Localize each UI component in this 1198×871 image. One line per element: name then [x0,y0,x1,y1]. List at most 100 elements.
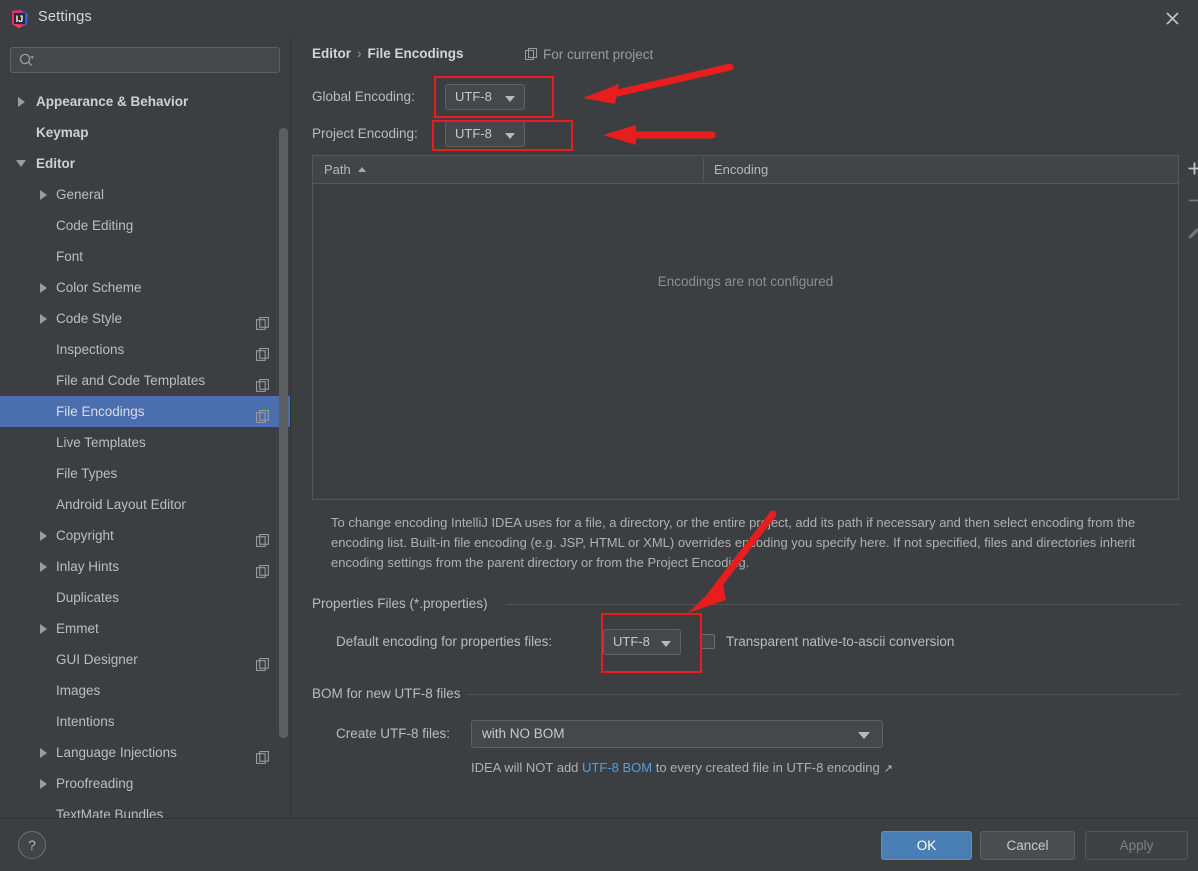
copy-icon [256,342,270,361]
help-button[interactable]: ? [18,831,46,859]
chevron-right-icon[interactable] [36,179,50,210]
column-divider[interactable] [703,158,704,181]
chevron-right-icon[interactable] [36,272,50,303]
column-header-path[interactable]: Path [324,156,366,183]
apply-button[interactable]: Apply [1085,831,1188,860]
breadcrumb-separator: › [357,46,362,61]
sidebar-item-file-and-code-templates[interactable]: File and Code Templates [0,365,290,396]
sidebar-item-code-editing[interactable]: Code Editing [0,210,290,241]
sort-ascending-icon [357,167,366,172]
sidebar-scrollbar[interactable] [279,90,288,798]
sidebar-item-label: Keymap [36,125,89,140]
breadcrumb-current: File Encodings [367,46,464,61]
sidebar-item-label: GUI Designer [56,652,138,667]
sidebar-item-label: File Types [56,466,118,481]
sidebar-item-textmate-bundles[interactable]: TextMate Bundles [0,799,290,818]
sidebar-item-label: TextMate Bundles [56,807,164,818]
sidebar-item-label: Android Layout Editor [56,497,186,512]
sidebar-item-label: Code Editing [56,218,134,233]
sidebar-scrollbar-thumb[interactable] [279,128,288,738]
sidebar-item-label: Font [56,249,84,264]
chevron-right-icon[interactable] [36,737,50,768]
sidebar-item-android-layout-editor[interactable]: Android Layout Editor [0,489,290,520]
sidebar-item-font[interactable]: Font [0,241,290,272]
sidebar-item-live-templates[interactable]: Live Templates [0,427,290,458]
sidebar-item-label: Live Templates [56,435,146,450]
chevron-right-icon[interactable] [36,613,50,644]
add-row-button[interactable] [1180,155,1198,183]
transparent-native-to-ascii-checkbox[interactable] [700,634,715,649]
sidebar-item-label: Images [56,683,101,698]
sidebar-item-code-style[interactable]: Code Style [0,303,290,334]
chevron-right-icon[interactable] [36,551,50,582]
sidebar-item-label: File Encodings [56,404,145,419]
close-icon[interactable] [1158,6,1186,32]
edit-row-button[interactable] [1180,220,1198,248]
sidebar-item-file-types[interactable]: File Types [0,458,290,489]
create-utf8-files-value: with NO BOM [482,726,565,741]
sidebar-item-label: Copyright [56,528,114,543]
sidebar-item-gui-designer[interactable]: GUI Designer [0,644,290,675]
sidebar-item-label: Language Injections [56,745,177,760]
chevron-right-icon[interactable] [36,768,50,799]
encodings-description: To change encoding IntelliJ IDEA uses fo… [331,515,1136,570]
sidebar-item-label: Inspections [56,342,125,357]
sidebar-item-inspections[interactable]: Inspections [0,334,290,365]
sidebar-item-general[interactable]: General [0,179,290,210]
sidebar-item-file-encodings[interactable]: File Encodings [0,396,290,427]
chevron-right-icon[interactable] [14,86,28,117]
search-input[interactable] [10,47,280,73]
properties-group-title: Properties Files (*.properties) [312,596,496,611]
chevron-down-icon [505,133,515,139]
utf8-bom-link[interactable]: UTF-8 BOM [582,760,652,775]
sidebar-item-label: Appearance & Behavior [36,94,189,109]
empty-state-message: Encodings are not configured [657,274,834,289]
sidebar-item-label: Code Style [56,311,123,326]
sidebar-item-color-scheme[interactable]: Color Scheme [0,272,290,303]
copy-icon [256,745,270,764]
bom-group-title: BOM for new UTF-8 files [312,686,469,701]
copy-icon [256,559,270,578]
sidebar-item-keymap[interactable]: Keymap [0,117,290,148]
ok-button[interactable]: OK [881,831,972,860]
sidebar-item-inlay-hints[interactable]: Inlay Hints [0,551,290,582]
chevron-right-icon[interactable] [36,520,50,551]
sidebar-item-label: Color Scheme [56,280,142,295]
intellij-idea-logo-icon: IJ [10,9,30,29]
sidebar-item-proofreading[interactable]: Proofreading [0,768,290,799]
sidebar-item-duplicates[interactable]: Duplicates [0,582,290,613]
properties-encoding-value: UTF-8 [613,634,650,649]
global-encoding-combo[interactable]: UTF-8 [445,84,525,110]
sidebar-item-images[interactable]: Images [0,675,290,706]
sidebar-item-editor[interactable]: Editor [0,148,290,179]
encodings-table[interactable]: Path Encoding Encodings are not configur… [312,155,1179,500]
create-utf8-files-combo[interactable]: with NO BOM [471,720,883,748]
chevron-down-icon [505,96,515,102]
chevron-right-icon[interactable] [36,303,50,334]
cancel-button[interactable]: Cancel [980,831,1075,860]
search-box[interactable] [10,47,280,73]
sidebar-item-copyright[interactable]: Copyright [0,520,290,551]
sidebar-item-label: Inlay Hints [56,559,120,574]
sidebar-item-language-injections[interactable]: Language Injections [0,737,290,768]
sidebar-item-emmet[interactable]: Emmet [0,613,290,644]
breadcrumb: Editor › File Encodings [312,46,464,61]
remove-row-button[interactable] [1180,187,1198,215]
chevron-down-icon[interactable] [14,148,28,179]
breadcrumb-parent[interactable]: Editor [312,46,351,61]
project-encoding-combo[interactable]: UTF-8 [445,121,525,147]
sidebar-item-intentions[interactable]: Intentions [0,706,290,737]
properties-default-encoding-label: Default encoding for properties files: [336,634,553,649]
transparent-native-to-ascii-label: Transparent native-to-ascii conversion [726,634,955,649]
window-title: Settings [38,9,92,25]
encodings-table-toolbar [1180,155,1198,295]
settings-main-panel: Editor › File Encodings For current projec… [291,38,1198,818]
bom-group-divider [466,694,1180,695]
settings-tree[interactable]: Appearance & Behavior Keymap Editor General… [0,86,290,818]
column-header-encoding[interactable]: Encoding [714,156,768,183]
sidebar-item-label: Duplicates [56,590,120,605]
sidebar-item-appearance-behavior[interactable]: Appearance & Behavior [0,86,290,117]
properties-group-divider [506,604,1180,605]
properties-encoding-combo[interactable]: UTF-8 [603,629,681,655]
copy-icon [256,373,270,392]
